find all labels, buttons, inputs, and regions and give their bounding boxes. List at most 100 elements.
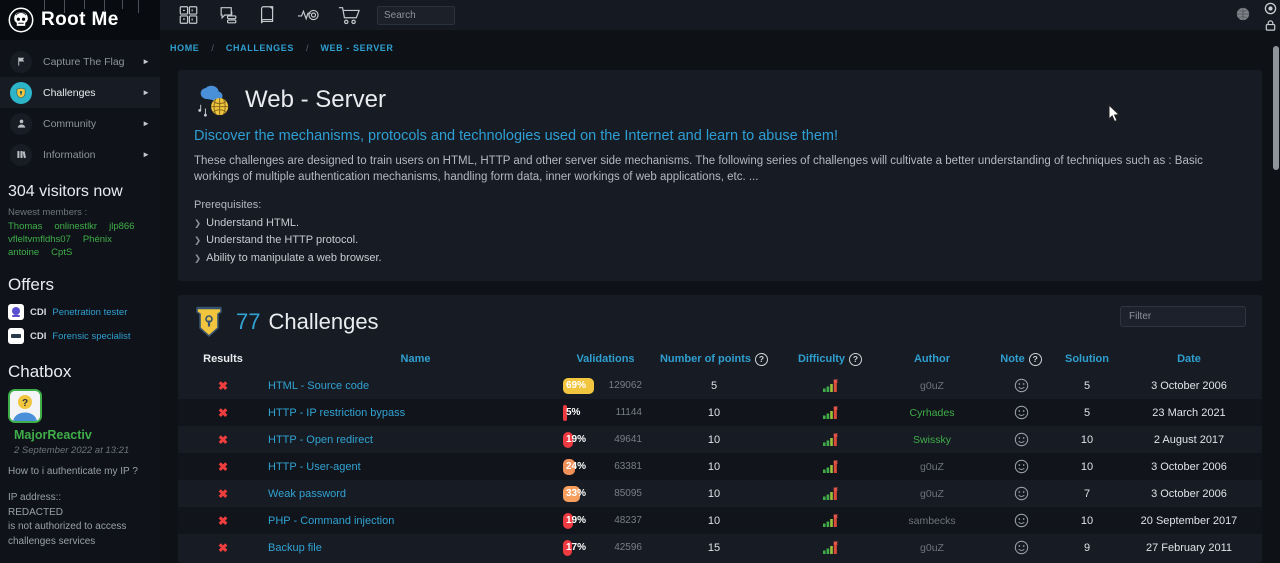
- category-description: These challenges are designed to train u…: [178, 144, 1262, 186]
- difficulty-bars-icon: [780, 406, 880, 419]
- solution-count[interactable]: 5: [1058, 407, 1116, 419]
- sidebar-item-information[interactable]: Information ►: [0, 139, 160, 170]
- lock-overlay-icon[interactable]: [1264, 19, 1277, 32]
- challenges-count: 77: [236, 309, 260, 335]
- avatar[interactable]: ?: [8, 389, 42, 423]
- sidebar-item-label: Challenges: [43, 87, 96, 99]
- chat-message: you need to authenticate on: [0, 549, 160, 563]
- offer-link[interactable]: Penetration tester: [52, 307, 127, 318]
- challenge-date: 3 October 2006: [1116, 461, 1262, 473]
- member-link[interactable]: Thomas: [8, 221, 42, 232]
- member-link[interactable]: CptS: [51, 247, 72, 258]
- search-input[interactable]: [377, 6, 455, 25]
- challenge-author[interactable]: g0uZ: [880, 542, 984, 554]
- column-date[interactable]: Date: [1116, 353, 1262, 365]
- sidebar-menu: Capture The Flag ► Challenges ► Communit…: [0, 40, 160, 170]
- challenge-date: 23 March 2021: [1116, 407, 1262, 419]
- target-overlay-icon[interactable]: [1264, 2, 1277, 15]
- chevron-right-icon: ►: [142, 88, 150, 97]
- challenge-author[interactable]: Swissky: [880, 434, 984, 446]
- docs-icon[interactable]: [257, 4, 279, 26]
- forum-chat-icon[interactable]: [217, 4, 240, 26]
- solution-count[interactable]: 9: [1058, 542, 1116, 554]
- help-icon[interactable]: ?: [755, 353, 768, 366]
- web-server-category-icon: [194, 82, 232, 118]
- challenge-author[interactable]: g0uZ: [880, 461, 984, 473]
- column-difficulty[interactable]: Difficulty?: [780, 353, 880, 366]
- member-link[interactable]: onlinestlkr: [54, 221, 97, 232]
- points-value: 5: [648, 380, 780, 392]
- validations-cell: 19% 48237: [563, 513, 648, 529]
- svg-text:?: ?: [22, 398, 28, 409]
- offer-contract: CDI: [30, 331, 46, 342]
- help-icon[interactable]: ?: [1029, 353, 1042, 366]
- scrollbar-thumb[interactable]: [1273, 46, 1279, 170]
- language-globe-icon[interactable]: [1236, 7, 1250, 26]
- company-logo-icon: [8, 328, 24, 344]
- challenge-name-link[interactable]: Weak password: [268, 488, 563, 500]
- filter-input[interactable]: [1120, 306, 1246, 327]
- catalog-icon[interactable]: [177, 4, 200, 26]
- logo[interactable]: Root Me: [0, 0, 160, 40]
- solution-count[interactable]: 7: [1058, 488, 1116, 500]
- page-title: Web - Server: [245, 86, 386, 114]
- member-link[interactable]: antoine: [8, 247, 39, 258]
- challenge-name-link[interactable]: HTTP - Open redirect: [268, 434, 563, 446]
- challenge-name-link[interactable]: HTTP - User-agent: [268, 461, 563, 473]
- note-smiley-icon: [984, 432, 1058, 447]
- shop-cart-icon[interactable]: [337, 4, 361, 26]
- challenge-name-link[interactable]: HTTP - IP restriction bypass: [268, 407, 563, 419]
- sidebar-item-label: Capture The Flag: [43, 56, 125, 68]
- validations-cell: 33% 85095: [563, 486, 648, 502]
- challenges-count-label: Challenges: [268, 309, 378, 335]
- breadcrumb-separator: /: [211, 43, 214, 53]
- note-smiley-icon: [984, 486, 1058, 501]
- breadcrumb-challenges-link[interactable]: CHALLENGES: [226, 43, 294, 53]
- table-row: ✖ PHP - Command injection 19% 48237 10 s…: [178, 507, 1262, 534]
- chevron-right-icon: ►: [142, 119, 150, 128]
- solution-count[interactable]: 5: [1058, 380, 1116, 392]
- skull-logo-icon: [8, 7, 34, 33]
- hanging-string-decoration: [104, 0, 105, 12]
- column-name[interactable]: Name: [268, 353, 563, 365]
- chat-username-link[interactable]: MajorReactiv: [0, 423, 160, 442]
- help-icon[interactable]: ?: [849, 353, 862, 366]
- table-row: ✖ HTTP - IP restriction bypass 5% 11144 …: [178, 399, 1262, 426]
- sidebar-item-community[interactable]: Community ►: [0, 108, 160, 139]
- offer-link[interactable]: Forensic specialist: [52, 331, 130, 342]
- offer-item: CDI Penetration tester: [0, 300, 160, 324]
- challenge-name-link[interactable]: Backup file: [268, 542, 563, 554]
- challenge-name-link[interactable]: HTML - Source code: [268, 380, 563, 392]
- challenge-author[interactable]: g0uZ: [880, 380, 984, 392]
- validation-percent-label: 24%: [566, 461, 586, 472]
- breadcrumb-current-page[interactable]: WEB - SERVER: [320, 43, 393, 53]
- solution-count[interactable]: 10: [1058, 461, 1116, 473]
- validations-cell: 17% 42596: [563, 540, 648, 556]
- challenge-name-link[interactable]: PHP - Command injection: [268, 515, 563, 527]
- challenge-author[interactable]: sambecks: [880, 515, 984, 527]
- topbar: [160, 0, 1280, 30]
- challenge-author[interactable]: g0uZ: [880, 488, 984, 500]
- prerequisite-text: Understand the HTTP protocol.: [206, 234, 358, 246]
- column-points[interactable]: Number of points?: [648, 353, 780, 366]
- root-me-app: Root Me Capture The Flag ► Challenges ►: [0, 0, 1280, 563]
- column-author[interactable]: Author: [880, 353, 984, 365]
- solution-count[interactable]: 10: [1058, 434, 1116, 446]
- sidebar-item-label: Information: [43, 149, 96, 161]
- table-row: ✖ Backup file 17% 42596 15 g0uZ: [178, 534, 1262, 561]
- challenge-author[interactable]: Cyrhades: [880, 407, 984, 419]
- member-link[interactable]: Phénix: [83, 234, 112, 245]
- member-link[interactable]: jlp866: [109, 221, 134, 232]
- sidebar-item-challenges[interactable]: Challenges ►: [0, 77, 160, 108]
- table-row: ✖ HTTP - Open redirect 19% 49641 10 Swis…: [178, 426, 1262, 453]
- breadcrumb-home-link[interactable]: HOME: [170, 43, 199, 53]
- activity-target-icon[interactable]: [296, 4, 320, 26]
- sidebar-item-capture-the-flag[interactable]: Capture The Flag ►: [0, 46, 160, 77]
- validations-cell: 5% 11144: [563, 405, 648, 421]
- column-validations[interactable]: Validations: [563, 353, 648, 365]
- column-note[interactable]: Note?: [984, 353, 1058, 366]
- column-solution[interactable]: Solution: [1058, 353, 1116, 365]
- member-link[interactable]: vfleltvmfldhs07: [8, 234, 71, 245]
- challenges-panel: 77 Challenges Results Name Validations N…: [178, 295, 1262, 563]
- solution-count[interactable]: 10: [1058, 515, 1116, 527]
